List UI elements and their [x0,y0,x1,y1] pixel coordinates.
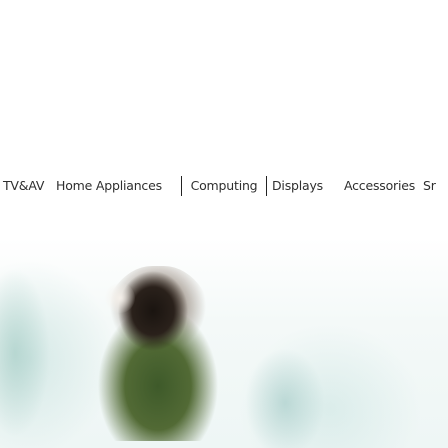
nav-item-sr[interactable]: Sr [423,176,436,196]
category-nav: TV&AV Home Appliances Computing Displays… [0,176,448,196]
nav-item-displays[interactable]: Displays [272,176,323,196]
nav-item-computing[interactable]: Computing [181,176,267,196]
hero-shadow-left [0,268,50,438]
nav-item-home-appliances[interactable]: Home Appliances [56,176,162,196]
hero-figure-light [105,283,135,313]
nav-item-tv-av[interactable]: TV&AV [3,176,44,196]
hero-shadow-right [245,348,325,448]
hero-banner-image [0,238,448,448]
nav-item-accessories[interactable]: Accessories [344,176,415,196]
